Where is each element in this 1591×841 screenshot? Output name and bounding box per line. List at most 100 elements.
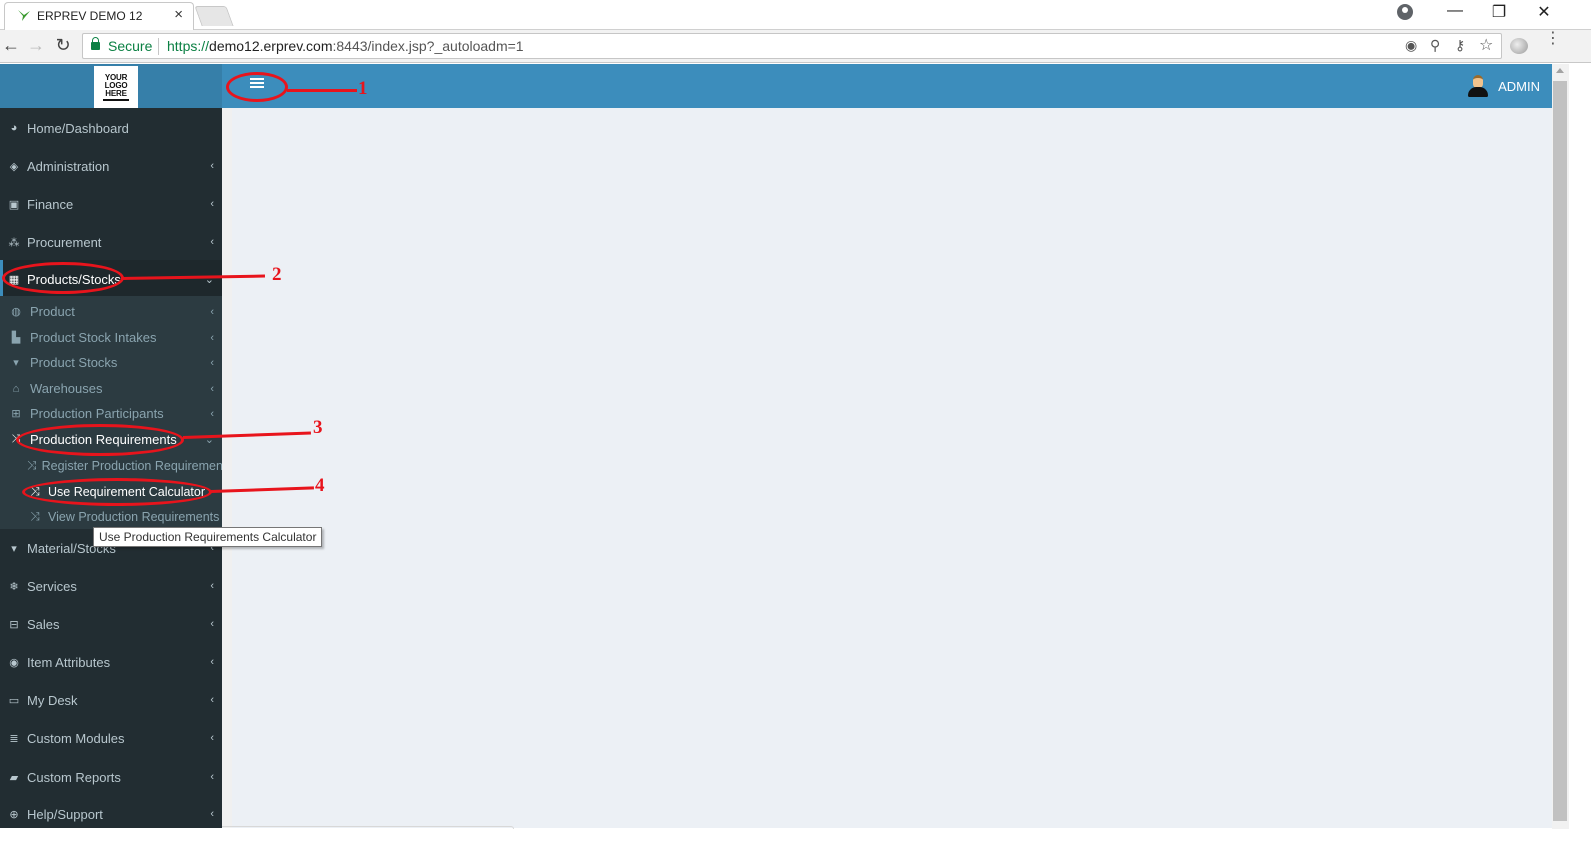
vertical-scrollbar[interactable]	[1552, 64, 1569, 829]
secure-label: Secure	[108, 38, 153, 54]
sitemap-icon: ⊞	[11, 408, 21, 420]
submenu-item-label: Product	[30, 304, 75, 319]
location-icon[interactable]: ◉	[1405, 37, 1417, 54]
sidebar-item-help-support[interactable]: ⊕ Help/Support ‹	[0, 795, 222, 828]
dashboard-icon: ◕	[10, 122, 18, 134]
annotation-number-4: 4	[315, 475, 325, 496]
sidebar-toggle-button[interactable]	[250, 78, 264, 90]
submenu-item-label: Use Requirement Calculator	[48, 484, 206, 499]
user-menu[interactable]: ADMIN	[1468, 64, 1540, 108]
random-icon: ⤨	[11, 433, 21, 445]
app-header: YOUR LOGO HERE ADMIN	[0, 64, 1552, 108]
lock-icon	[91, 37, 100, 50]
erprev-bird-icon	[18, 10, 30, 21]
chevron-down-icon: ⌄	[204, 434, 214, 446]
window-close-button[interactable]: ✕	[1529, 2, 1559, 22]
cubes-icon: ⁂	[8, 236, 20, 249]
submenu-item-production-requirements[interactable]: ⤨ Production Requirements ⌄	[0, 427, 222, 452]
avatar-body	[1468, 87, 1489, 97]
sidebar-item-label: Services	[27, 578, 77, 594]
url-protocol: https://	[167, 38, 210, 54]
submenu-item-warehouses[interactable]: ⌂ Warehouses ‹	[0, 376, 222, 401]
annotation-number-1: 1	[358, 78, 368, 99]
chevron-left-icon: ‹	[210, 305, 214, 318]
minimize-button[interactable]: —	[1440, 2, 1470, 20]
sidebar-item-finance[interactable]: ▣ Finance ‹	[0, 185, 222, 223]
back-button[interactable]: ←	[0, 35, 22, 56]
restore-button[interactable]: ❐	[1484, 2, 1514, 22]
scroll-up-arrow-icon[interactable]	[1556, 68, 1564, 73]
sidebar-item-label: Custom Modules	[27, 730, 125, 746]
cart-icon: ⊟	[9, 618, 19, 631]
hamburger-line	[250, 86, 264, 88]
sidebar-item-procurement[interactable]: ⁂ Procurement ‹	[0, 223, 222, 261]
logo-area: YOUR LOGO HERE	[0, 64, 222, 108]
submenu-item-label: View Production Requirements	[48, 509, 220, 524]
sidebar-item-administration[interactable]: ◈ Administration ‹	[0, 147, 222, 185]
annotation-number-3: 3	[313, 417, 323, 438]
chevron-down-icon: ⌄	[204, 273, 214, 286]
submenu-item-product[interactable]: ◍ Product ‹	[0, 299, 222, 324]
window-bottom-edge	[0, 829, 1591, 841]
reload-button[interactable]: ↻	[52, 35, 74, 56]
sidebar-item-item-attributes[interactable]: ◉ Item Attributes ‹	[0, 643, 222, 681]
company-logo[interactable]: YOUR LOGO HERE	[94, 66, 138, 108]
url-text[interactable]: https://demo12.erprev.com:8443/index.jsp…	[167, 38, 524, 54]
sidebar: ◕ Home/Dashboard ◈ Administration ‹ ▣ Fi…	[0, 108, 222, 828]
submenu-item-use-requirement-calculator[interactable]: ⤨ Use Requirement Calculator	[0, 479, 222, 504]
submenu-item-register-production-requirements[interactable]: ⤨ Register Production Requirements	[0, 453, 222, 478]
submenu-item-view-production-requirements[interactable]: ⤨ View Production Requirements	[0, 504, 222, 529]
bin-icon: ▾	[13, 357, 19, 369]
url-host: demo12.erprev.com	[209, 38, 333, 54]
key-icon[interactable]: ⚷	[1455, 37, 1465, 54]
content-edge	[222, 108, 232, 828]
sidebar-item-custom-modules[interactable]: ≣ Custom Modules ‹	[0, 719, 222, 757]
submenu-item-production-participants[interactable]: ⊞ Production Participants ‹	[0, 401, 222, 426]
random-icon: ⤨	[27, 458, 37, 472]
sidebar-item-services[interactable]: ❄ Services ‹	[0, 567, 222, 605]
chevron-left-icon: ‹	[210, 160, 214, 172]
chevron-left-icon: ‹	[210, 236, 214, 248]
tab-close-icon[interactable]: ×	[174, 6, 183, 23]
sidebar-item-home-dashboard[interactable]: ◕ Home/Dashboard	[0, 109, 222, 147]
submenu-item-product-stocks[interactable]: ▾ Product Stocks ‹	[0, 350, 222, 375]
browser-menu-icon[interactable]: ⋮	[1545, 31, 1561, 47]
sidebar-item-sales[interactable]: ⊟ Sales ‹	[0, 605, 222, 643]
browser-toolbar: ← → ↻ Secure https://demo12.erprev.com:8…	[0, 30, 1591, 63]
snowflake-icon: ❄	[9, 580, 19, 593]
submenu-item-label: Warehouses	[30, 381, 103, 396]
cube-icon: ◍	[11, 306, 21, 318]
chevron-left-icon: ‹	[210, 356, 214, 369]
bookmark-star-icon[interactable]: ☆	[1479, 35, 1493, 55]
main-content	[222, 108, 1552, 828]
new-tab-button[interactable]	[194, 6, 234, 26]
ticket-icon: ◈	[9, 160, 19, 173]
chevron-left-icon: ‹	[210, 771, 214, 783]
profile-icon[interactable]	[1397, 4, 1413, 20]
browser-tab[interactable]: ERPREV DEMO 12 ×	[4, 2, 194, 30]
sidebar-item-label: Sales	[27, 616, 60, 632]
tooltip: Use Production Requirements Calculator	[93, 527, 323, 547]
submenu-item-product-stock-intakes[interactable]: ▙ Product Stock Intakes ‹	[0, 325, 222, 350]
logo-line: HERE	[105, 88, 127, 98]
sidebar-item-label: Procurement	[27, 234, 102, 250]
omnibox-separator	[158, 38, 159, 55]
forward-button[interactable]: →	[25, 35, 47, 56]
scrollbar-thumb[interactable]	[1553, 81, 1567, 821]
address-bar[interactable]: Secure https://demo12.erprev.com:8443/in…	[82, 33, 1502, 59]
extension-icon[interactable]	[1510, 38, 1528, 54]
random-icon: ⤨	[30, 484, 40, 498]
sidebar-item-products-stocks[interactable]: ▦ Products/Stocks ⌄	[0, 260, 222, 298]
logo-underline	[103, 98, 129, 101]
sidebar-item-label: Products/Stocks	[27, 271, 121, 287]
sidebar-item-custom-reports[interactable]: ▰ Custom Reports ‹	[0, 758, 222, 796]
window-edge	[1569, 64, 1591, 841]
zoom-icon[interactable]: ⚲	[1430, 37, 1440, 54]
chevron-left-icon: ‹	[210, 407, 214, 420]
chevron-left-icon: ‹	[210, 198, 214, 210]
submenu-item-label: Register Production Requirements	[41, 458, 222, 473]
annotation-number-2: 2	[272, 264, 282, 285]
sidebar-item-my-desk[interactable]: ▭ My Desk ‹	[0, 681, 222, 719]
url-path: :8443/index.jsp?_autoloadm=1	[332, 38, 524, 54]
trash-icon: ▾	[11, 542, 17, 555]
